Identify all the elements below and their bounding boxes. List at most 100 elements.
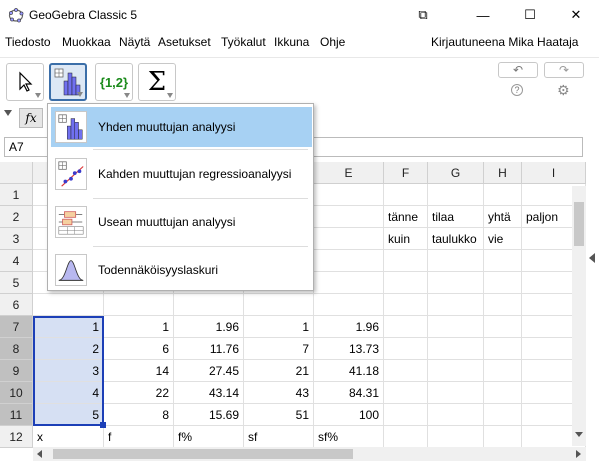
cell-g3[interactable]: taulukko (428, 228, 484, 250)
cell-c11[interactable]: 15.69 (174, 404, 244, 426)
cell-e3[interactable] (314, 228, 384, 250)
cell-g7[interactable] (428, 316, 484, 338)
cell-g8[interactable] (428, 338, 484, 360)
cell-g5[interactable] (428, 272, 484, 294)
cell-g6[interactable] (428, 294, 484, 316)
cell-f8[interactable] (384, 338, 428, 360)
vertical-scroll-thumb[interactable] (574, 202, 584, 246)
minimize-button[interactable]: — (460, 0, 506, 30)
cell-g2[interactable]: tilaa (428, 206, 484, 228)
menu-item-one-variable-analysis[interactable]: Yhden muuttujan analyysi (51, 107, 312, 147)
cell-c10[interactable]: 43.14 (174, 382, 244, 404)
cell-g9[interactable] (428, 360, 484, 382)
scroll-left-arrow-icon[interactable] (37, 450, 42, 458)
cell-h11[interactable] (484, 404, 522, 426)
row-header-12[interactable]: 12 (0, 426, 33, 448)
cell-e1[interactable] (314, 184, 384, 206)
horizontal-scrollbar[interactable] (33, 447, 586, 461)
column-header-h[interactable]: H (484, 162, 522, 184)
cell-d10[interactable]: 43 (244, 382, 314, 404)
cell-e12[interactable]: sf% (314, 426, 384, 448)
column-header-i[interactable]: I (522, 162, 586, 184)
settings-gear-icon[interactable]: ⚙ (557, 82, 570, 99)
cell-c7[interactable]: 1.96 (174, 316, 244, 338)
cell-b8[interactable]: 6 (104, 338, 174, 360)
scroll-right-arrow-icon[interactable] (576, 450, 581, 458)
cell-g10[interactable] (428, 382, 484, 404)
cell-b6[interactable] (104, 294, 174, 316)
cell-e2[interactable] (314, 206, 384, 228)
horizontal-scroll-thumb[interactable] (53, 449, 353, 459)
menu-item-multi-variable-analysis[interactable]: Usean muuttujan analyysi (51, 202, 312, 242)
cell-g4[interactable] (428, 250, 484, 272)
cell-g11[interactable] (428, 404, 484, 426)
cell-d9[interactable]: 21 (244, 360, 314, 382)
menu-item-probability-calculator[interactable]: Todennäköisyyslaskuri (51, 250, 312, 290)
help-icon[interactable]: ? (511, 84, 523, 96)
cell-e6[interactable] (314, 294, 384, 316)
cell-h5[interactable] (484, 272, 522, 294)
cell-h7[interactable] (484, 316, 522, 338)
cell-f11[interactable] (384, 404, 428, 426)
cell-f10[interactable] (384, 382, 428, 404)
cell-b10[interactable]: 22 (104, 382, 174, 404)
cell-f1[interactable] (384, 184, 428, 206)
cell-e7[interactable]: 1.96 (314, 316, 384, 338)
vertical-scrollbar[interactable] (572, 186, 586, 446)
cell-e10[interactable]: 84.31 (314, 382, 384, 404)
row-header-6[interactable]: 6 (0, 294, 33, 316)
redo-button[interactable]: ↷ (544, 62, 584, 78)
move-tool-button[interactable] (6, 63, 44, 101)
undo-button[interactable]: ↶ (498, 62, 538, 78)
cell-g1[interactable] (428, 184, 484, 206)
cell-f7[interactable] (384, 316, 428, 338)
row-header-8[interactable]: 8 (0, 338, 33, 360)
cell-h3[interactable]: vie (484, 228, 522, 250)
cell-f6[interactable] (384, 294, 428, 316)
column-header-f[interactable]: F (384, 162, 428, 184)
login-status[interactable]: Kirjautuneena Mika Haataja (431, 35, 578, 49)
cell-f4[interactable] (384, 250, 428, 272)
menu-tyokalut[interactable]: Työkalut (221, 35, 266, 49)
row-header-4[interactable]: 4 (0, 250, 33, 272)
cell-d8[interactable]: 7 (244, 338, 314, 360)
cell-e9[interactable]: 41.18 (314, 360, 384, 382)
row-header-3[interactable]: 3 (0, 228, 33, 250)
cell-a10[interactable]: 4 (33, 382, 104, 404)
cell-e4[interactable] (314, 250, 384, 272)
cell-h4[interactable] (484, 250, 522, 272)
cell-d7[interactable]: 1 (244, 316, 314, 338)
cell-a8[interactable]: 2 (33, 338, 104, 360)
cell-h1[interactable] (484, 184, 522, 206)
maximize-button[interactable]: ☐ (507, 0, 553, 30)
cell-c12[interactable]: f% (174, 426, 244, 448)
cell-h9[interactable] (484, 360, 522, 382)
menu-muokkaa[interactable]: Muokkaa (62, 35, 111, 49)
cell-d12[interactable]: sf (244, 426, 314, 448)
scroll-down-arrow-icon[interactable] (575, 432, 583, 437)
cell-f9[interactable] (384, 360, 428, 382)
row-header-7[interactable]: 7 (0, 316, 33, 338)
menu-asetukset[interactable]: Asetukset (158, 35, 211, 49)
cell-h12[interactable] (484, 426, 522, 448)
close-button[interactable]: ✕ (553, 0, 599, 30)
cell-c8[interactable]: 11.76 (174, 338, 244, 360)
restore-icon[interactable]: ⧉ (400, 0, 446, 30)
row-header-5[interactable]: 5 (0, 272, 33, 294)
cell-e5[interactable] (314, 272, 384, 294)
menu-tiedosto[interactable]: Tiedosto (5, 35, 51, 49)
cell-e8[interactable]: 13.73 (314, 338, 384, 360)
cell-f12[interactable] (384, 426, 428, 448)
cell-b9[interactable]: 14 (104, 360, 174, 382)
list-tool-button[interactable]: {1,2} (95, 63, 133, 101)
cell-c6[interactable] (174, 294, 244, 316)
side-panel-toggle-icon[interactable] (589, 253, 595, 263)
cell-h6[interactable] (484, 294, 522, 316)
row-header-11[interactable]: 11 (0, 404, 33, 426)
sheet-corner[interactable] (0, 162, 33, 184)
menu-item-two-variable-regression[interactable]: Kahden muuttujan regressioanalyysi (51, 154, 312, 194)
row-header-10[interactable]: 10 (0, 382, 33, 404)
cell-f5[interactable] (384, 272, 428, 294)
cell-h2[interactable]: yhtä (484, 206, 522, 228)
row-header-2[interactable]: 2 (0, 206, 33, 228)
